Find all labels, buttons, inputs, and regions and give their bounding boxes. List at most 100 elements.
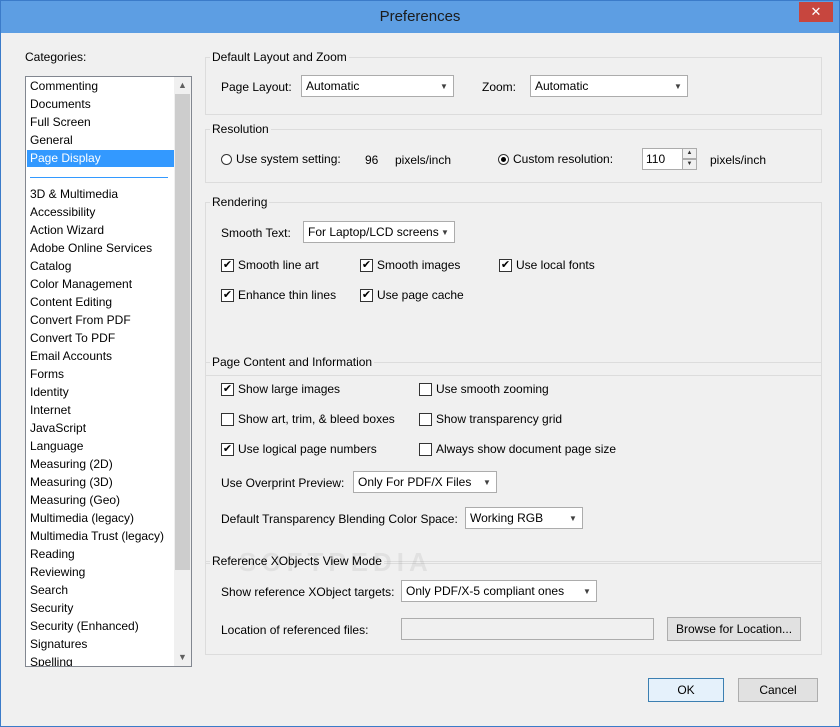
category-item[interactable]: Color Management	[30, 276, 132, 293]
category-item[interactable]: Measuring (3D)	[30, 474, 113, 491]
category-item[interactable]: Documents	[30, 96, 91, 113]
category-item[interactable]: Measuring (2D)	[30, 456, 113, 473]
category-item[interactable]: General	[30, 132, 73, 149]
ok-button[interactable]: OK	[648, 678, 724, 702]
category-item[interactable]: Adobe Online Services	[30, 240, 152, 257]
chevron-down-icon: ▼	[569, 513, 577, 523]
custom-resolution-input[interactable]: 110	[642, 148, 684, 170]
category-item[interactable]: Email Accounts	[30, 348, 112, 365]
category-item[interactable]: Content Editing	[30, 294, 112, 311]
radio-dot-icon	[501, 156, 506, 162]
location-label: Location of referenced files:	[221, 623, 369, 637]
category-item[interactable]: Spelling	[30, 654, 73, 666]
checkmark-icon: ✔	[221, 258, 234, 272]
system-setting-label: Use system setting:	[236, 152, 341, 166]
category-item[interactable]: Multimedia (legacy)	[30, 510, 134, 527]
category-item[interactable]: Identity	[30, 384, 69, 401]
category-item[interactable]: Security (Enhanced)	[30, 618, 139, 635]
categories-list[interactable]: Commenting Documents Full Screen General Pag…	[25, 76, 192, 667]
show-large-images-label: Show large images	[238, 382, 341, 396]
category-item[interactable]: JavaScript	[30, 420, 86, 437]
checkmark-icon: ✔	[499, 258, 512, 272]
preferences-window: Preferences ✕ Categories: Commenting Docu…	[0, 0, 840, 727]
show-art-boxes-label: Show art, trim, & bleed boxes	[238, 412, 395, 426]
category-item[interactable]: Security	[30, 600, 73, 617]
category-item[interactable]: Signatures	[30, 636, 87, 653]
category-item[interactable]: Action Wizard	[30, 222, 104, 239]
show-large-images-checkbox[interactable]: ✔ Show large images	[221, 382, 340, 396]
layout-zoom-group: Default Layout and Zoom Page Layout: Aut…	[205, 49, 822, 115]
scroll-thumb[interactable]	[175, 94, 190, 570]
location-field[interactable]	[401, 618, 654, 640]
chevron-down-icon: ▼	[440, 81, 448, 91]
close-button[interactable]: ✕	[799, 2, 833, 22]
zoom-select[interactable]: Automatic ▼	[530, 75, 688, 97]
xobject-targets-value: Only PDF/X-5 compliant ones	[406, 584, 565, 598]
blending-label: Default Transparency Blending Color Spac…	[221, 512, 458, 526]
show-transparency-grid-checkbox[interactable]: Show transparency grid	[419, 412, 562, 426]
category-item[interactable]: Reading	[30, 546, 75, 563]
use-page-cache-checkbox[interactable]: ✔ Use page cache	[360, 288, 464, 302]
smooth-images-checkbox[interactable]: ✔ Smooth images	[360, 258, 460, 272]
resolution-title: Resolution	[210, 121, 271, 137]
smooth-text-select[interactable]: For Laptop/LCD screens ▼	[303, 221, 455, 243]
category-item[interactable]: Accessibility	[30, 204, 95, 221]
use-smooth-zooming-checkbox[interactable]: Use smooth zooming	[419, 382, 549, 396]
custom-resolution-radio[interactable]: Custom resolution:	[498, 152, 613, 166]
category-item[interactable]: Page Display	[27, 150, 174, 167]
dialog-body: Categories: Commenting Documents Full Scre…	[9, 33, 831, 720]
scroll-up-icon[interactable]: ▲	[174, 77, 191, 94]
checkbox-box	[221, 412, 234, 426]
title-bar[interactable]: Preferences ✕	[1, 1, 839, 33]
resolution-spinner: ▲ ▼	[682, 148, 697, 170]
always-show-page-size-checkbox[interactable]: Always show document page size	[419, 442, 616, 456]
use-local-fonts-checkbox[interactable]: ✔ Use local fonts	[499, 258, 595, 272]
xobject-targets-select[interactable]: Only PDF/X-5 compliant ones ▼	[401, 580, 597, 602]
category-item[interactable]: Catalog	[30, 258, 71, 275]
categories-scrollbar[interactable]: ▲ ▼	[174, 77, 191, 666]
logical-page-numbers-label: Use logical page numbers	[238, 442, 377, 456]
scroll-down-icon[interactable]: ▼	[174, 649, 191, 666]
checkmark-icon: ✔	[360, 258, 373, 272]
category-item[interactable]: Internet	[30, 402, 71, 419]
custom-resolution-label: Custom resolution:	[513, 152, 614, 166]
checkbox-box	[419, 412, 432, 426]
system-setting-radio[interactable]: Use system setting:	[221, 152, 341, 166]
smooth-line-art-label: Smooth line art	[238, 258, 319, 272]
cancel-button[interactable]: Cancel	[738, 678, 818, 702]
category-item[interactable]: Convert From PDF	[30, 312, 131, 329]
show-transparency-grid-label: Show transparency grid	[436, 412, 563, 426]
smooth-text-value: For Laptop/LCD screens	[308, 225, 439, 239]
category-item[interactable]: 3D & Multimedia	[30, 186, 118, 203]
logical-page-numbers-checkbox[interactable]: ✔ Use logical page numbers	[221, 442, 377, 456]
use-smooth-zooming-label: Use smooth zooming	[436, 382, 549, 396]
category-item[interactable]: Commenting	[30, 78, 98, 95]
category-item[interactable]: Language	[30, 438, 83, 455]
category-item[interactable]: Measuring (Geo)	[30, 492, 120, 509]
page-layout-select[interactable]: Automatic ▼	[301, 75, 454, 97]
chevron-down-icon: ▼	[583, 586, 591, 596]
softpedia-watermark: SOFTPEDIA	[239, 547, 433, 577]
enhance-thin-lines-checkbox[interactable]: ✔ Enhance thin lines	[221, 288, 336, 302]
categories-separator	[30, 177, 168, 178]
show-art-boxes-checkbox[interactable]: Show art, trim, & bleed boxes	[221, 412, 395, 426]
blending-select[interactable]: Working RGB ▼	[465, 507, 583, 529]
zoom-label: Zoom:	[482, 80, 517, 94]
checkmark-icon: ✔	[221, 382, 234, 396]
spin-up-icon[interactable]: ▲	[682, 148, 697, 159]
category-item[interactable]: Reviewing	[30, 564, 85, 581]
spin-down-icon[interactable]: ▼	[682, 159, 697, 170]
category-item[interactable]: Full Screen	[30, 114, 91, 131]
smooth-line-art-checkbox[interactable]: ✔ Smooth line art	[221, 258, 319, 272]
window-title: Preferences	[379, 8, 461, 25]
category-item[interactable]: Multimedia Trust (legacy)	[30, 528, 164, 545]
category-item[interactable]: Search	[30, 582, 68, 599]
use-page-cache-label: Use page cache	[377, 288, 464, 302]
smooth-images-label: Smooth images	[377, 258, 461, 272]
checkbox-box	[419, 382, 432, 396]
category-item[interactable]: Forms	[30, 366, 64, 383]
overprint-label: Use Overprint Preview:	[221, 476, 345, 490]
overprint-select[interactable]: Only For PDF/X Files ▼	[353, 471, 497, 493]
browse-location-button[interactable]: Browse for Location...	[667, 617, 801, 641]
category-item[interactable]: Convert To PDF	[30, 330, 115, 347]
